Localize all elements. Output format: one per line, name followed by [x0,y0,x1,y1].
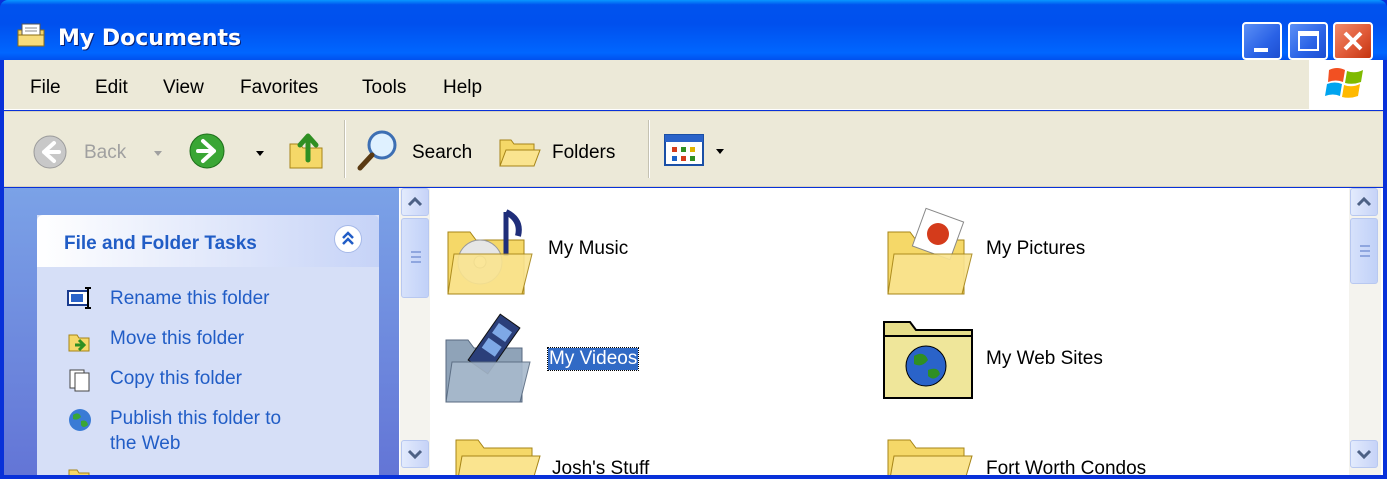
window-border-right [1383,60,1387,479]
views-icon [664,134,704,166]
file-item-joshs-stuff[interactable] [452,430,552,479]
move-folder-link[interactable]: Move this folder [110,327,244,350]
file-label[interactable]: My Web Sites [986,348,1103,370]
title-bar[interactable]: My Documents [0,0,1387,60]
close-icon [1343,31,1363,51]
chevron-up-icon [1356,196,1372,207]
file-item-my-pictures[interactable] [884,202,984,298]
music-folder-icon [447,209,533,295]
publish-web-icon [69,409,91,431]
minimize-icon [1254,48,1268,52]
maximize-icon [1298,31,1319,51]
file-item-my-videos[interactable] [442,310,542,406]
explorer-window: My Documents File Edit View Favorites To… [0,0,1387,479]
menu-help[interactable]: Help [443,77,482,99]
minimize-button[interactable] [1242,22,1282,60]
videos-folder-icon [445,313,531,403]
standard-toolbar: Back Search Folders [4,111,1383,187]
back-arrow-icon [33,135,67,169]
window-border-left [0,60,4,479]
scroll-thumb[interactable] [1350,218,1378,284]
file-list-scrollbar[interactable] [1349,188,1381,475]
close-button[interactable] [1333,22,1373,60]
scroll-down-button[interactable] [1350,440,1378,468]
menu-view[interactable]: View [163,77,204,99]
back-label: Back [84,142,127,163]
file-folder-tasks-panel: File and Folder Tasks Rename this folder… [37,215,379,479]
web-sites-folder-icon [883,321,973,399]
views-dropdown-icon [716,149,724,154]
menu-tools[interactable]: Tools [362,77,406,99]
task-panel-title: File and Folder Tasks [64,233,257,254]
file-label[interactable]: My Videos [546,347,640,371]
file-item-my-web-sites[interactable] [880,314,980,404]
toolbar-separator [344,120,346,178]
forward-button[interactable] [186,128,266,172]
window-border-bottom [0,475,1387,479]
task-panel-header[interactable]: File and Folder Tasks [37,215,379,267]
rename-icon [67,287,91,309]
scroll-down-button[interactable] [401,440,429,468]
chevron-down-icon [407,449,423,460]
windows-logo [1309,60,1383,110]
content-area: File and Folder Tasks Rename this folder… [4,188,1383,479]
task-pane: File and Folder Tasks Rename this folder… [4,188,399,479]
folders-button[interactable]: Folders [498,126,630,174]
file-item-fort-worth-condos[interactable] [884,430,984,479]
back-button[interactable]: Back [26,128,166,172]
rename-folder-link[interactable]: Rename this folder [110,287,269,310]
menu-file[interactable]: File [30,77,61,99]
back-dropdown-icon [154,151,162,156]
menu-favorites[interactable]: Favorites [240,77,318,99]
menu-bar: File Edit View Favorites Tools Help [4,60,1383,110]
scroll-thumb[interactable] [401,218,429,298]
move-icon [68,334,90,352]
window-title: My Documents [58,26,242,51]
chevron-up-icon [407,196,423,207]
forward-dropdown-icon [256,151,264,156]
publish-folder-link-line2[interactable]: the Web [110,432,180,455]
my-documents-icon [17,23,45,47]
views-button[interactable] [660,126,726,174]
folder-icon [455,439,541,479]
file-label[interactable]: My Pictures [986,238,1085,260]
file-item-my-music[interactable] [444,202,544,298]
search-icon [357,130,397,171]
chevron-down-icon [1356,449,1372,460]
copy-folder-link[interactable]: Copy this folder [110,367,242,390]
publish-folder-link[interactable]: Publish this folder to [110,407,281,430]
maximize-button[interactable] [1288,22,1328,60]
scroll-up-button[interactable] [1350,188,1378,216]
copy-icon [69,369,90,392]
task-pane-scrollbar[interactable] [400,188,430,475]
folder-icon [887,439,973,479]
search-label: Search [412,142,473,163]
file-label[interactable]: My Music [548,238,628,260]
pictures-folder-icon [887,207,973,295]
scroll-up-button[interactable] [401,188,429,216]
forward-arrow-icon [189,133,225,169]
up-folder-icon [289,133,323,169]
search-button[interactable]: Search [356,126,482,174]
folders-icon [499,139,541,167]
folders-label: Folders [552,142,616,163]
menu-edit[interactable]: Edit [95,77,128,99]
up-folder-button[interactable] [286,126,330,172]
collapse-button[interactable] [334,225,362,253]
chevron-up-icon [342,231,354,245]
toolbar-separator [648,120,650,178]
